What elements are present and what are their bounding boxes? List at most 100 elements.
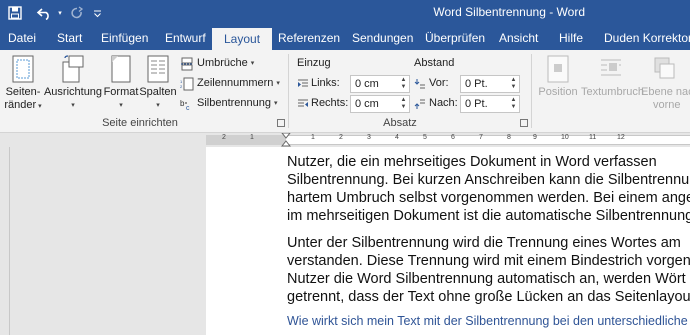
title-bar: ▾ Word Silbentrennung - Word [0,0,690,26]
spacing-after-value: 0 Pt. [465,98,488,110]
orientation-icon [62,55,84,83]
horizontal-ruler[interactable]: 2 1 1 2 3 4 5 6 7 8 9 10 11 12 [0,133,690,147]
spinner-icon[interactable]: ▲ ▼ [509,77,518,91]
line-numbers-icon: 12 [180,77,194,90]
position-button[interactable]: Position [535,54,581,99]
seitenraender-label-2: ränder [4,99,37,111]
group-divider [288,54,289,128]
format-label: Format [103,86,139,98]
chevron-down-icon: ▾ [276,80,280,87]
document-heading: Wie wirkt sich mein Text mit der Silbent… [287,314,688,328]
tab-referenzen[interactable]: Referenzen [278,26,340,50]
page-size-icon [111,55,131,83]
tab-einfuegen[interactable]: Einfügen [101,26,148,50]
ruler-number: 11 [589,134,597,141]
seite-einrichten-group-label: Seite einrichten [102,117,178,129]
ruler-number: 9 [533,134,537,141]
svg-text:b: b [180,99,185,108]
tab-datei[interactable]: Datei [8,26,36,50]
rechts-label: Rechts: [311,97,349,109]
tab-duden-korrektor[interactable]: Duden Korrektor [604,26,690,50]
vor-label: Vor: [429,77,449,89]
spalten-button[interactable]: Spalten ▾ [139,54,177,112]
spinner-icon[interactable]: ▲ ▼ [399,77,408,91]
indent-left-input[interactable]: 0 cm ▲ ▼ [350,75,410,93]
seite-einrichten-launcher-icon[interactable] [277,119,285,127]
hyphenation-icon: bc [180,99,190,111]
paragraph-2-line-4: getrennt, dass der Text ohne große Lücke… [287,289,690,305]
tab-start[interactable]: Start [57,26,82,50]
chevron-down-icon: ▾ [36,103,42,110]
textumbruch-label: Textumbruch [581,86,644,98]
seitenraender-label-1: Seiten- [5,86,41,98]
ribbon: Seiten- ränder ▾ Ausrichtung ▾ Format ▾ … [0,50,690,133]
position-icon [547,55,569,83]
ruler-number: 6 [451,134,455,141]
umbrueche-label: Umbrüche [197,57,248,69]
margins-icon [12,55,34,83]
ruler-number: 2 [339,134,343,141]
breaks-icon [181,57,193,70]
ruler-margin [206,135,286,145]
indent-left-icon [298,79,308,87]
ruler-number: 12 [617,134,625,141]
spacing-after-input[interactable]: 0 Pt. ▲ ▼ [460,95,520,113]
seitenraender-button[interactable]: Seiten- ränder ▾ [4,54,42,113]
nach-label: Nach: [429,97,458,109]
format-button[interactable]: Format ▾ [102,54,140,112]
ebene-nach-vorne-button[interactable]: Ebene nach vorne [641,54,690,112]
spacing-before-icon [414,79,425,89]
ruler-number: 1 [250,134,254,141]
ebene-nach-vorne-label-2: vorne [653,99,681,111]
zeilennummern-button[interactable]: 12 Zeilennummern ▾ [180,75,280,92]
ruler-number: 3 [367,134,371,141]
abstand-header: Abstand [414,57,455,69]
ruler-number: 2 [222,134,226,141]
ruler-number: 8 [507,134,511,141]
chevron-down-icon: ▾ [156,102,160,109]
spacing-before-input[interactable]: 0 Pt. ▲ ▼ [460,75,520,93]
tab-entwurf[interactable]: Entwurf [165,26,206,50]
indent-right-icon [298,99,308,107]
paragraph-1-line-3: hartem Umbruch selbst vorgenommen werden… [287,190,690,206]
absatz-launcher-icon[interactable] [520,119,528,127]
chevron-down-icon: ▾ [119,102,123,109]
ruler-number: 7 [479,134,483,141]
umbrueche-button[interactable]: Umbrüche ▾ [180,55,254,72]
group-divider [531,54,532,128]
einzug-header: Einzug [297,57,331,69]
spinner-icon[interactable]: ▲ ▼ [509,97,518,111]
tab-hilfe[interactable]: Hilfe [559,26,583,50]
chevron-down-icon: ▾ [250,60,255,67]
spinner-icon[interactable]: ▲ ▼ [399,97,408,111]
tab-sendungen[interactable]: Sendungen [352,26,413,50]
silbentrennung-button[interactable]: bc Silbentrennung ▾ [180,95,278,112]
ebene-nach-vorne-label-1: Ebene nach [641,86,690,98]
vertical-ruler[interactable] [0,147,10,335]
tab-layout[interactable]: Layout [212,28,273,50]
window-title: Word Silbentrennung - Word [433,5,585,19]
indent-left-value: 0 cm [355,78,379,90]
paragraph-2-line-3: Nutzer die Word Silbentrennung automatis… [287,271,686,287]
indent-marker-icon[interactable] [281,133,291,147]
paragraph-1-line-2: Silbentrennung. Bei kurzen Anschreiben k… [287,172,690,188]
svg-text:2: 2 [180,84,183,89]
indent-right-input[interactable]: 0 cm ▲ ▼ [350,95,410,113]
paragraph-2-line-2: verstanden. Diese Trennung wird mit eine… [287,253,690,269]
absatz-group-label: Absatz [383,117,417,129]
ruler-number: 10 [561,134,569,141]
svg-text:c: c [186,105,190,111]
ruler-number: 4 [395,134,399,141]
ribbon-tab-bar: Datei Start Einfügen Entwurf Layout Refe… [0,26,690,50]
spacing-after-icon [414,99,425,109]
ausrichtung-button[interactable]: Ausrichtung ▾ [42,54,104,112]
ausrichtung-label: Ausrichtung [43,86,103,98]
tab-ueberpruefen[interactable]: Überprüfen [425,26,485,50]
wrap-text-icon [601,59,621,76]
chevron-down-icon: ▾ [71,102,75,109]
bring-forward-icon [654,57,675,79]
columns-icon [147,55,169,83]
textumbruch-button[interactable]: Textumbruch [581,54,644,99]
paragraph-2-line-1: Unter der Silbentrennung wird die Trennu… [287,235,681,251]
tab-ansicht[interactable]: Ansicht [499,26,538,50]
